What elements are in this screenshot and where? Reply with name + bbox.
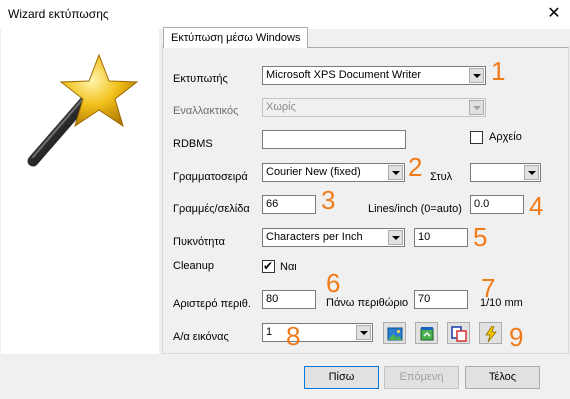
rdbms-input[interactable] — [262, 130, 406, 149]
image-view-button[interactable] — [383, 322, 406, 344]
chevron-down-icon[interactable] — [469, 68, 484, 83]
finish-button[interactable]: Τέλος — [465, 366, 540, 389]
style-select[interactable] — [470, 163, 541, 182]
edit-icon — [420, 327, 434, 341]
printer-value: Microsoft XPS Document Writer — [266, 69, 422, 81]
image-action-button[interactable] — [479, 322, 502, 344]
title-bar: Wizard εκτύπωσης ✕ — [0, 0, 570, 29]
annotation-4: 4 — [529, 191, 544, 221]
chevron-down-icon[interactable] — [524, 165, 539, 180]
annotation-5: 5 — [473, 222, 488, 252]
image-number-select[interactable]: 1 — [262, 323, 373, 342]
tab-windows-printing[interactable]: Εκτύπωση μέσω Windows — [163, 27, 308, 48]
image-number-value: 1 — [266, 326, 273, 338]
left-margin-input[interactable]: 80 — [262, 290, 316, 309]
lightning-icon — [485, 326, 497, 342]
chevron-down-icon[interactable] — [356, 325, 371, 340]
style-label: Στυλ — [430, 171, 453, 183]
file-checkbox[interactable] — [470, 131, 483, 144]
rdbms-label: RDBMS — [173, 138, 213, 150]
lines-per-inch-label: Lines/inch (0=auto) — [368, 203, 462, 215]
wizard-image-pane — [1, 29, 159, 354]
printer-select[interactable]: Microsoft XPS Document Writer — [262, 66, 486, 85]
lines-per-page-input[interactable]: 66 — [262, 195, 316, 214]
font-select[interactable]: Courier New (fixed) — [262, 163, 405, 182]
annotation-1: 1 — [491, 56, 506, 86]
chevron-down-icon — [469, 100, 484, 115]
annotation-2: 2 — [408, 152, 423, 182]
density-select[interactable]: Characters per Inch — [262, 228, 405, 247]
close-icon[interactable]: ✕ — [540, 2, 568, 26]
picture-icon — [387, 327, 403, 341]
left-margin-label: Αριστερό περιθ. — [173, 298, 251, 310]
font-value: Courier New (fixed) — [266, 166, 361, 178]
back-button[interactable]: Πίσω — [304, 366, 379, 389]
chevron-down-icon[interactable] — [388, 165, 403, 180]
lines-per-inch-input[interactable]: 0.0 — [470, 195, 524, 214]
lines-per-page-label: Γραμμές/σελίδα — [173, 203, 250, 215]
check-icon: ✔ — [263, 259, 274, 273]
image-copy-button[interactable] — [447, 322, 470, 344]
alternative-printer-select: Χωρίς — [262, 98, 486, 117]
cleanup-checkbox-label: Ναι — [280, 261, 297, 273]
tab-label: Εκτύπωση μέσω Windows — [171, 32, 301, 44]
image-edit-button[interactable] — [415, 322, 438, 344]
density-value: Characters per Inch — [266, 231, 363, 243]
magic-wand-icon — [27, 53, 139, 167]
density-label: Πυκνότητα — [173, 236, 225, 248]
density-number-input[interactable]: 10 — [414, 228, 468, 247]
annotation-9: 9 — [509, 322, 524, 352]
next-button: Επόμενη — [384, 366, 459, 389]
copy-icon — [451, 326, 467, 342]
font-label: Γραμματοσειρά — [173, 171, 248, 183]
top-margin-label: Πάνω περιθώριο — [326, 297, 409, 309]
annotation-8: 8 — [286, 321, 301, 351]
annotation-3: 3 — [321, 185, 336, 215]
annotation-6: 6 — [326, 268, 341, 298]
printer-label: Εκτυπωτής — [173, 73, 228, 85]
chevron-down-icon[interactable] — [388, 230, 403, 245]
unit-label: 1/10 mm — [480, 297, 523, 309]
cleanup-label: Cleanup — [173, 260, 214, 272]
cleanup-checkbox[interactable]: ✔ — [262, 259, 275, 273]
alternative-label: Εναλλακτικός — [173, 105, 239, 117]
image-number-label: Α/α εικόνας — [173, 331, 229, 343]
alternative-value: Χωρίς — [266, 101, 296, 113]
top-margin-input[interactable]: 70 — [414, 290, 468, 309]
window-title: Wizard εκτύπωσης — [8, 7, 109, 21]
file-checkbox-label: Αρχείο — [489, 131, 522, 143]
